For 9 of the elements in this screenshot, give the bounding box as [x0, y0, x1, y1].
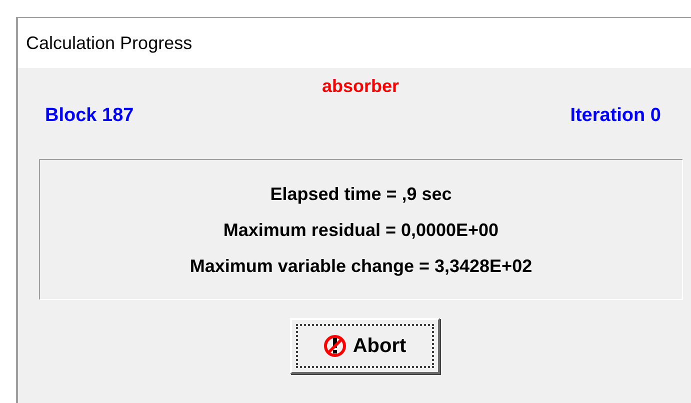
stat-line: Maximum variable change = 3,3428E+02	[190, 256, 532, 277]
block-name: absorber	[322, 76, 400, 97]
block-number: Block 187	[45, 105, 134, 127]
stat-line: Maximum residual = 0,0000E+00	[223, 220, 499, 241]
abort-button[interactable]: Abort	[290, 318, 440, 374]
stop-icon	[322, 334, 347, 358]
stat-line: Elapsed time = ,9 sec	[270, 184, 452, 205]
iteration-count: Iteration 0	[570, 105, 661, 127]
window-title: Calculation Progress	[26, 32, 192, 54]
